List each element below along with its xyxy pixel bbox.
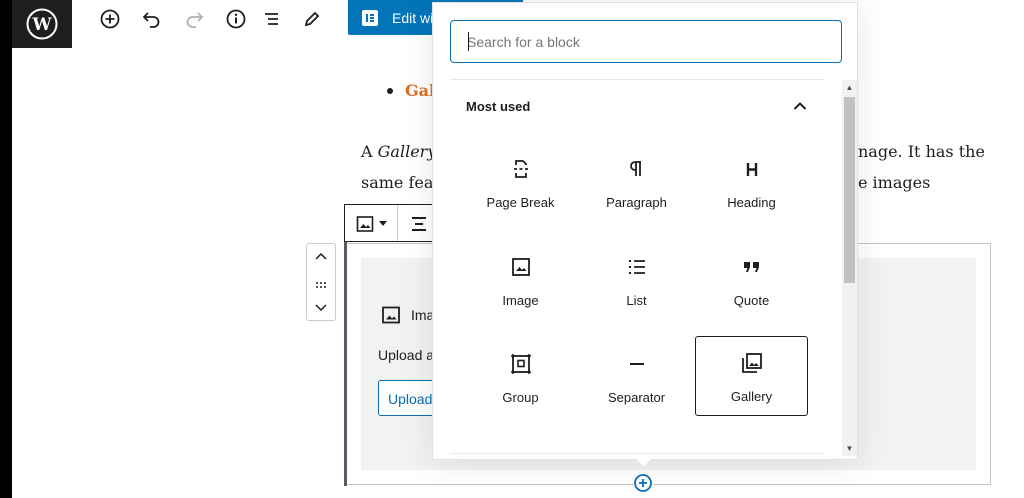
group-icon xyxy=(509,352,533,376)
wordpress-icon: W xyxy=(26,8,58,40)
edit-elementor-label: Edit wi xyxy=(392,9,434,26)
inserter-divider xyxy=(450,79,825,80)
block-item-label: Image xyxy=(502,293,539,308)
block-item-gallery[interactable]: Gallery xyxy=(695,336,808,416)
most-used-panel-toggle[interactable] xyxy=(790,96,810,116)
block-item-label: Group xyxy=(502,390,539,405)
drag-handle[interactable] xyxy=(315,277,327,295)
scroll-down-arrow[interactable]: ▼ xyxy=(844,443,855,455)
block-item-label: Gallery xyxy=(730,389,773,404)
content-info-button[interactable] xyxy=(221,4,251,34)
elementor-icon xyxy=(362,9,378,26)
block-toolbar xyxy=(344,204,444,242)
redo-icon xyxy=(186,12,204,28)
tools-button[interactable] xyxy=(297,4,327,34)
block-mover xyxy=(306,243,336,321)
block-search-input[interactable] xyxy=(450,20,842,63)
block-item-list[interactable]: List xyxy=(580,240,693,320)
plus-circle-icon xyxy=(634,474,652,492)
move-up-button[interactable] xyxy=(314,250,328,268)
caret-down-icon xyxy=(379,221,387,226)
scroll-up-arrow[interactable]: ▲ xyxy=(844,82,855,94)
separator-icon xyxy=(625,352,649,376)
gallery-link[interactable]: Gal xyxy=(405,81,435,100)
block-item-page-break[interactable]: Page Break xyxy=(464,142,577,222)
pencil-icon xyxy=(304,11,320,27)
block-item-label: Separator xyxy=(607,390,666,405)
chevron-up-icon xyxy=(793,102,807,110)
add-block-inline-button[interactable] xyxy=(633,473,653,493)
redo-button[interactable] xyxy=(179,4,209,34)
image-icon xyxy=(356,216,374,232)
block-item-quote[interactable]: Quote xyxy=(695,240,808,320)
paragraph-line-2[interactable]: same fea xyxy=(361,173,433,192)
block-item-image[interactable]: Image xyxy=(464,240,577,320)
move-down-button[interactable] xyxy=(314,300,328,318)
inserter-scrollbar-thumb[interactable] xyxy=(844,97,855,283)
paragraph-line-1-end[interactable]: nage. It has the xyxy=(858,142,985,161)
chevron-up-icon xyxy=(315,252,327,260)
heading-icon xyxy=(740,157,764,181)
paragraph-icon xyxy=(625,157,649,181)
placeholder-icon-wrap xyxy=(381,305,401,330)
block-item-label: List xyxy=(626,293,647,308)
block-navigation-button[interactable] xyxy=(257,4,287,34)
placeholder-instructions: Upload a xyxy=(378,347,435,363)
most-used-panel-title[interactable]: Most used xyxy=(466,99,530,114)
block-item-label: Page Break xyxy=(486,195,555,210)
info-icon xyxy=(226,9,246,29)
block-item-label: Paragraph xyxy=(606,195,667,210)
drag-dots-icon xyxy=(316,282,326,288)
list-bullet xyxy=(387,88,393,94)
undo-icon xyxy=(142,12,160,28)
list-icon xyxy=(625,255,649,279)
gallery-icon xyxy=(740,351,764,375)
block-selected-indicator xyxy=(344,204,347,486)
placeholder-title: Ima xyxy=(411,307,435,323)
image-icon xyxy=(382,306,400,324)
block-item-separator[interactable]: Separator xyxy=(580,337,693,417)
block-type-switcher[interactable] xyxy=(355,214,387,234)
block-item-paragraph[interactable]: Paragraph xyxy=(580,142,693,222)
image-icon xyxy=(509,255,533,279)
paragraph-line-1[interactable]: A Gallery xyxy=(361,142,436,161)
text-cursor xyxy=(468,32,469,51)
quote-icon xyxy=(740,255,764,279)
para-emphasis: Gallery xyxy=(377,142,437,161)
inserter-divider-bottom xyxy=(450,453,825,454)
align-center-icon xyxy=(412,217,426,231)
svg-text:W: W xyxy=(31,15,52,35)
page-break-icon xyxy=(509,157,533,181)
block-item-label: Heading xyxy=(727,195,776,210)
wordpress-logo-button[interactable]: W xyxy=(12,0,72,48)
left-edge-strip xyxy=(0,0,12,498)
block-item-label: Quote xyxy=(733,293,770,308)
block-item-group[interactable]: Group xyxy=(464,337,577,417)
para-prefix: A xyxy=(361,142,378,161)
list-view-icon xyxy=(265,13,278,25)
toolbar-divider xyxy=(397,205,398,241)
undo-button[interactable] xyxy=(137,4,167,34)
paragraph-line-2-end[interactable]: e images xyxy=(858,173,930,192)
plus-circle-icon xyxy=(100,9,120,29)
block-item-heading[interactable]: Heading xyxy=(695,142,808,222)
align-button[interactable] xyxy=(409,214,429,239)
chevron-down-icon xyxy=(315,304,327,312)
add-block-button[interactable] xyxy=(95,4,125,34)
